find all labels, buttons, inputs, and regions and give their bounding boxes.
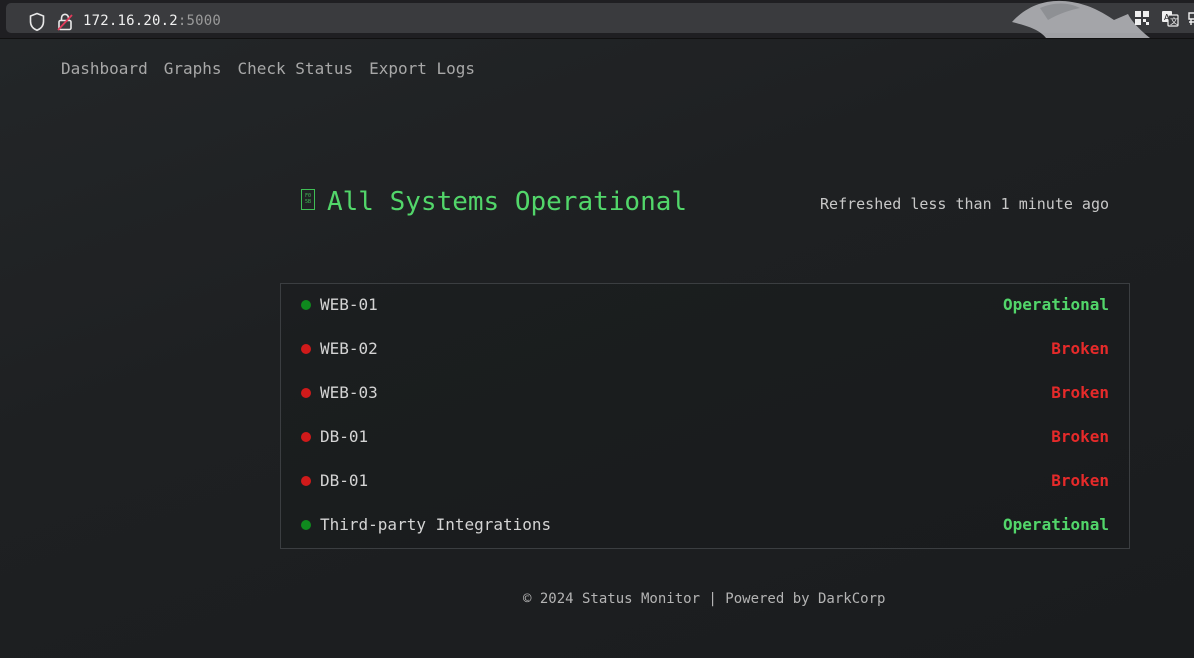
service-row: WEB-02 Broken [301, 338, 1109, 360]
service-name: WEB-01 [320, 295, 378, 314]
services-status-list: WEB-01 Operational WEB-02 Broken WEB-03 … [280, 283, 1130, 549]
url-port: :5000 [177, 13, 222, 29]
service-name: DB-01 [320, 471, 369, 490]
translate-icon[interactable]: A 文 [1161, 10, 1179, 27]
status-dot-icon [301, 388, 311, 398]
status-dot-icon [301, 520, 311, 530]
overall-status-title: All Systems Operational [327, 187, 688, 217]
service-status: Operational [1003, 515, 1109, 534]
nav-links: Dashboard Graphs Check Status Export Log… [61, 59, 491, 78]
service-name: WEB-03 [320, 383, 378, 402]
shield-icon[interactable] [28, 12, 46, 32]
status-flag-icon: F0 5B [301, 189, 315, 210]
service-row: WEB-01 Operational [301, 294, 1109, 316]
service-name: Third-party Integrations [320, 515, 552, 534]
service-status: Operational [1003, 295, 1109, 314]
url-text[interactable]: 172.16.20.2:5000 [83, 13, 221, 29]
service-row: DB-01 Broken [301, 470, 1109, 492]
service-status: Broken [1051, 471, 1109, 490]
service-status: Broken [1051, 427, 1109, 446]
service-status: Broken [1051, 339, 1109, 358]
status-dot-icon [301, 432, 311, 442]
extension-icon[interactable] [1186, 10, 1194, 27]
nav-link-graphs[interactable]: Graphs [164, 59, 222, 78]
service-name: WEB-02 [320, 339, 378, 358]
browser-toolbar: 172.16.20.2:5000 A 文 [0, 0, 1194, 39]
status-dot-icon [301, 476, 311, 486]
svg-text:文: 文 [1170, 16, 1178, 26]
status-dot-icon [301, 300, 311, 310]
footer-text: © 2024 Status Monitor | Powered by DarkC… [523, 591, 886, 607]
status-header: F0 5B All Systems Operational Refreshed l… [301, 187, 1109, 221]
nav-link-export-logs[interactable]: Export Logs [369, 59, 475, 78]
nav-link-dashboard[interactable]: Dashboard [61, 59, 148, 78]
service-row: Third-party Integrations Operational [301, 514, 1109, 536]
service-status: Broken [1051, 383, 1109, 402]
url-host: 172.16.20.2 [83, 13, 178, 29]
lock-insecure-icon[interactable] [56, 12, 74, 32]
status-page: tor Dashboard Graphs Check Status Export… [0, 39, 1194, 658]
refreshed-timestamp: Refreshed less than 1 minute ago [820, 195, 1109, 213]
status-dot-icon [301, 344, 311, 354]
nav-link-check-status[interactable]: Check Status [238, 59, 354, 78]
status-flag-line: 5B [304, 199, 312, 205]
qr-code-icon[interactable] [1134, 10, 1150, 26]
service-name: DB-01 [320, 427, 369, 446]
service-row: WEB-03 Broken [301, 382, 1109, 404]
service-row: DB-01 Broken [301, 426, 1109, 448]
